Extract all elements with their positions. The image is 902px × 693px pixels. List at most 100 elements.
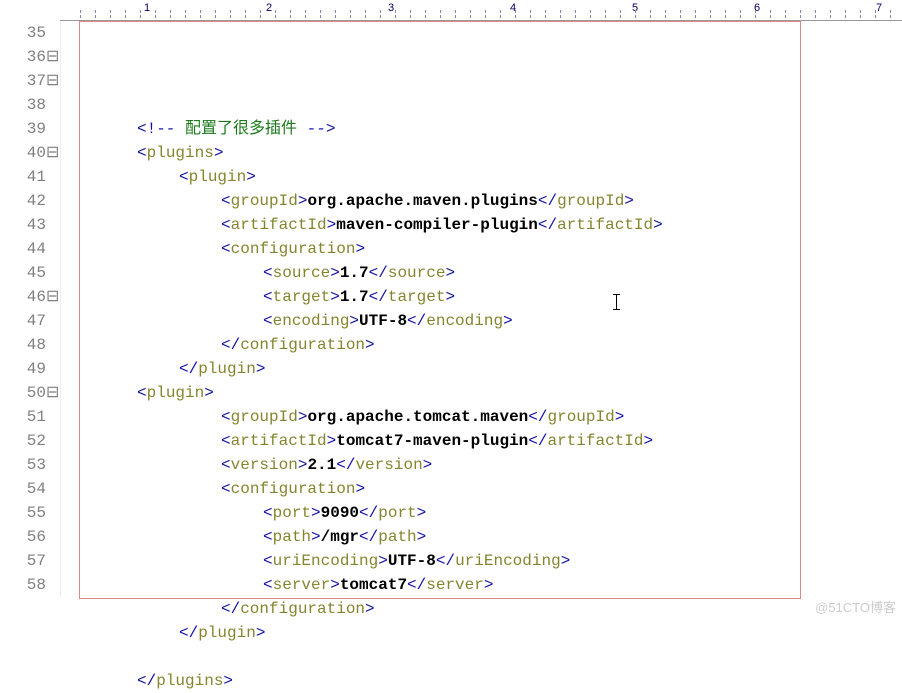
token: > (330, 288, 340, 306)
code-line[interactable]: </configuration> (81, 597, 902, 621)
token: < (221, 408, 231, 426)
token: tomcat7 (340, 576, 407, 594)
code-line[interactable]: <target>1.7</target> (81, 285, 902, 309)
code-line[interactable]: </plugin> (81, 357, 902, 381)
code-line[interactable]: <path>/mgr</path> (81, 525, 902, 549)
token: server (426, 576, 484, 594)
token: plugin (147, 384, 205, 402)
token: < (263, 504, 273, 522)
code-line[interactable]: </configuration> (81, 333, 902, 357)
token: > (330, 264, 340, 282)
line-number: 49 (0, 357, 58, 381)
code-line[interactable]: <configuration> (81, 237, 902, 261)
token: < (221, 456, 231, 474)
fold-icon[interactable]: ⊟ (46, 285, 58, 309)
token: plugin (189, 168, 247, 186)
code-line[interactable]: </plugin> (81, 621, 902, 645)
token: artifactId (557, 216, 653, 234)
token: > (223, 672, 233, 690)
line-number: 38 (0, 93, 58, 117)
line-number: 56 (0, 525, 58, 549)
line-number: 54 (0, 477, 58, 501)
token: </ (359, 504, 378, 522)
token: </ (538, 192, 557, 210)
code-line[interactable]: </plugins> (81, 669, 902, 693)
code-line[interactable]: <artifactId>tomcat7-maven-plugin</artifa… (81, 429, 902, 453)
token: > (484, 576, 494, 594)
fold-icon[interactable]: ⊟ (46, 141, 58, 165)
token: < (221, 216, 231, 234)
code-line[interactable]: <uriEncoding>UTF-8</uriEncoding> (81, 549, 902, 573)
ruler-num-7: 7 (876, 2, 882, 14)
token: maven-compiler-plugin (336, 216, 538, 234)
token: < (179, 168, 189, 186)
token: uriEncoding (273, 552, 379, 570)
token: > (330, 576, 340, 594)
token: > (327, 216, 337, 234)
code-line[interactable]: <groupId>org.apache.tomcat.maven</groupI… (81, 405, 902, 429)
token: > (423, 456, 433, 474)
token: org.apache.maven.plugins (307, 192, 537, 210)
token: groupId (231, 192, 298, 210)
code-line[interactable]: <plugin> (81, 381, 902, 405)
line-number: 57 (0, 549, 58, 573)
fold-icon[interactable]: ⊟ (46, 381, 58, 405)
token: artifactId (547, 432, 643, 450)
ruler-num-1: 1 (144, 2, 150, 14)
line-number: 52 (0, 429, 58, 453)
token: --> (307, 120, 336, 138)
line-number: 51 (0, 405, 58, 429)
token: plugin (198, 360, 256, 378)
ruler: 1 2 3 4 5 6 7 (60, 0, 902, 21)
token: < (137, 144, 147, 162)
token: > (298, 456, 308, 474)
code-line[interactable]: <source>1.7</source> (81, 261, 902, 285)
code-line[interactable]: <plugin> (81, 165, 902, 189)
token: plugin (198, 624, 256, 642)
editor-container: 3536⊟37⊟383940⊟414243444546⊟47484950⊟515… (0, 21, 902, 693)
line-number: 45 (0, 261, 58, 285)
token: </ (179, 360, 198, 378)
token: > (355, 480, 365, 498)
line-number: 41 (0, 165, 58, 189)
watermark: @51CTO博客 (815, 597, 896, 616)
code-line[interactable]: <plugins> (81, 141, 902, 165)
code-line[interactable]: <!-- 配置了很多插件 --> (81, 117, 902, 141)
code-line[interactable]: <server>tomcat7</server> (81, 573, 902, 597)
token: artifactId (231, 216, 327, 234)
token: 2.1 (307, 456, 336, 474)
token: source (273, 264, 331, 282)
token: > (615, 408, 625, 426)
code-line[interactable]: <port>9090</port> (81, 501, 902, 525)
token: 1.7 (340, 288, 369, 306)
code-line[interactable]: <artifactId>maven-compiler-plugin</artif… (81, 213, 902, 237)
token: > (417, 504, 427, 522)
line-number: 46⊟ (0, 285, 58, 309)
code-line[interactable]: <groupId>org.apache.maven.plugins</group… (81, 189, 902, 213)
token: > (298, 408, 308, 426)
token: UTF-8 (359, 312, 407, 330)
code-line[interactable]: <configuration> (81, 477, 902, 501)
token: UTF-8 (388, 552, 436, 570)
token: > (311, 528, 321, 546)
line-number: 50⊟ (0, 381, 58, 405)
token: 9090 (321, 504, 359, 522)
code-line[interactable] (81, 645, 902, 669)
code-line[interactable]: <encoding>UTF-8</encoding> (81, 309, 902, 333)
token: > (417, 528, 427, 546)
code-line[interactable]: <version>2.1</version> (81, 453, 902, 477)
token: artifactId (231, 432, 327, 450)
token: < (263, 288, 273, 306)
line-number: 53 (0, 453, 58, 477)
token: encoding (426, 312, 503, 330)
token: version (231, 456, 298, 474)
code-area[interactable]: <!-- 配置了很多插件 --><plugins><plugin><groupI… (61, 21, 902, 693)
token: plugins (156, 672, 223, 690)
fold-icon[interactable]: ⊟ (46, 69, 58, 93)
token: groupId (557, 192, 624, 210)
fold-icon[interactable]: ⊟ (46, 45, 58, 69)
token: 配置了很多插件 (175, 120, 306, 138)
line-number: 48 (0, 333, 58, 357)
token: uriEncoding (455, 552, 561, 570)
token: groupId (547, 408, 614, 426)
